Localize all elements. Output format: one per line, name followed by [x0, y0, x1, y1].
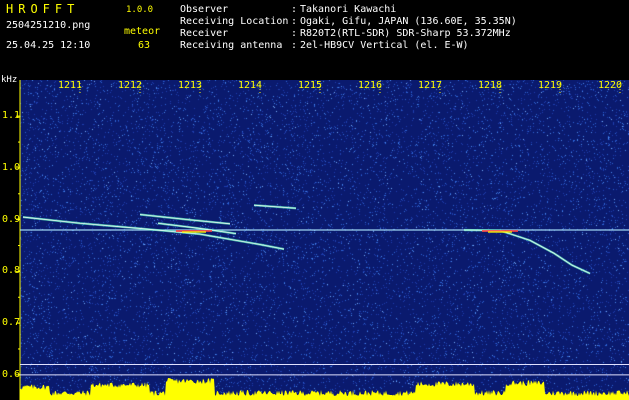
x-tick-label: 1219	[538, 80, 563, 91]
x-tick-label: 1215	[298, 80, 323, 91]
timestamp: 25.04.25 12:10	[6, 40, 91, 51]
location-value: Ogaki, Gifu, JAPAN (136.60E, 35.35N)	[300, 16, 517, 27]
y-tick-label: 0.9	[2, 213, 21, 225]
spectrogram-canvas	[20, 80, 629, 400]
y-axis-unit: kHz	[1, 75, 18, 85]
x-tick-label: 1216	[358, 80, 383, 91]
receiver-label: Receiver	[180, 28, 229, 39]
antenna-value: 2el-HB9CV Vertical (el. E-W)	[300, 40, 469, 51]
observer-label: Observer	[180, 4, 229, 15]
x-tick-label: 1214	[238, 80, 263, 91]
hrofft-window: HROFFT 1.0.0 2504251210.png meteor 25.04…	[0, 0, 629, 400]
receiver-value: R820T2(RTL-SDR) SDR-Sharp 53.372MHz	[300, 28, 511, 39]
antenna-colon: :	[291, 40, 298, 51]
location-colon: :	[291, 16, 298, 27]
app-version: 1.0.0	[126, 5, 154, 15]
file-name: 2504251210.png	[6, 20, 91, 31]
y-tick-label: 0.7	[2, 317, 21, 329]
app-title: HROFFT	[6, 2, 80, 16]
x-tick-label: 1212	[118, 80, 143, 91]
y-tick-label: 0.8	[2, 265, 21, 277]
y-tick-label: 1.0	[2, 161, 21, 173]
observer-colon: :	[291, 4, 298, 15]
x-tick-label: 1211	[58, 80, 83, 91]
detection-count: 63	[138, 40, 151, 51]
y-tick-label: 0.6	[2, 368, 21, 380]
observer-value: Takanori Kawachi	[300, 4, 397, 15]
x-tick-label: 1217	[418, 80, 443, 91]
location-label: Receiving Location	[180, 16, 289, 27]
x-tick-label: 1218	[478, 80, 503, 91]
detection-label: meteor	[124, 26, 161, 37]
antenna-label: Receiving antenna	[180, 40, 283, 51]
x-tick-label: 1213	[178, 80, 203, 91]
y-tick-label: 1.1	[2, 110, 21, 122]
receiver-colon: :	[291, 28, 298, 39]
x-tick-label: 1220	[598, 80, 623, 91]
